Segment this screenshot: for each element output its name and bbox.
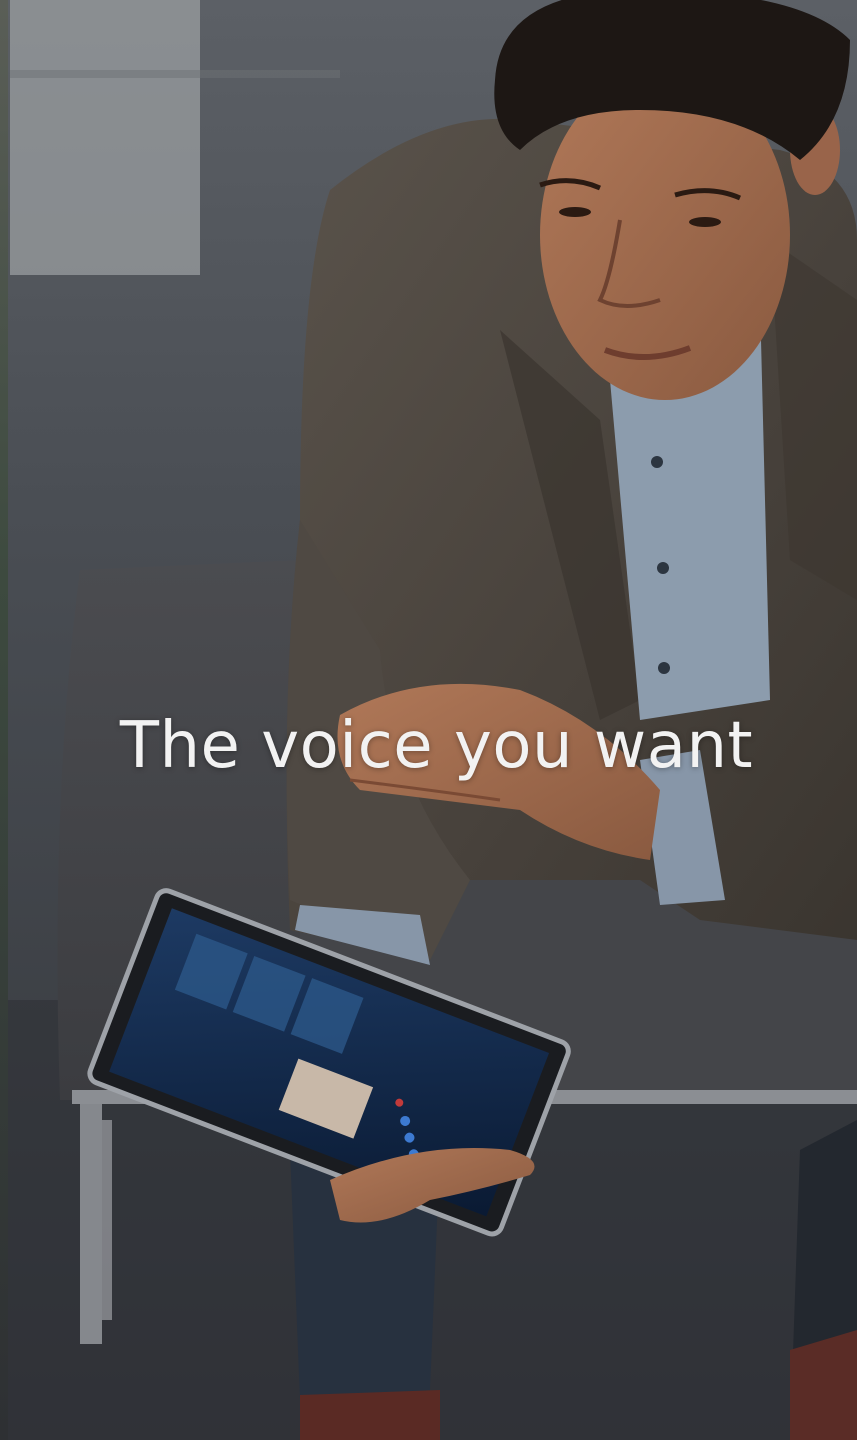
hero-banner: The voice you want	[0, 0, 857, 1440]
hero-headline: The voice you want	[119, 709, 754, 783]
